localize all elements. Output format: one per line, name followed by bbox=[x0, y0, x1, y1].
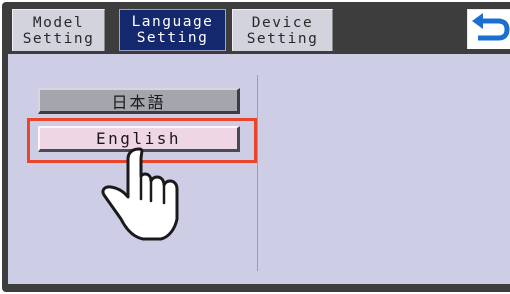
pointing-hand-icon bbox=[101, 147, 179, 241]
tab-label-line2: Setting bbox=[246, 30, 319, 47]
panel-divider bbox=[257, 75, 258, 271]
tab-language-setting[interactable]: Language Setting bbox=[119, 9, 226, 51]
tab-device-setting[interactable]: Device Setting bbox=[232, 9, 333, 51]
back-arrow-icon bbox=[472, 13, 510, 41]
language-label: 日本語 bbox=[111, 92, 166, 112]
tab-label-line2: Setting bbox=[136, 30, 209, 46]
language-button-japanese[interactable]: 日本語 bbox=[38, 88, 240, 114]
tab-label-line2: Setting bbox=[22, 30, 95, 47]
tab-label-line1: Language bbox=[131, 14, 214, 30]
back-button[interactable] bbox=[467, 9, 510, 49]
tab-model-setting[interactable]: Model Setting bbox=[12, 9, 105, 51]
tab-label-line1: Device bbox=[251, 14, 314, 31]
tab-label-line1: Model bbox=[32, 14, 85, 31]
